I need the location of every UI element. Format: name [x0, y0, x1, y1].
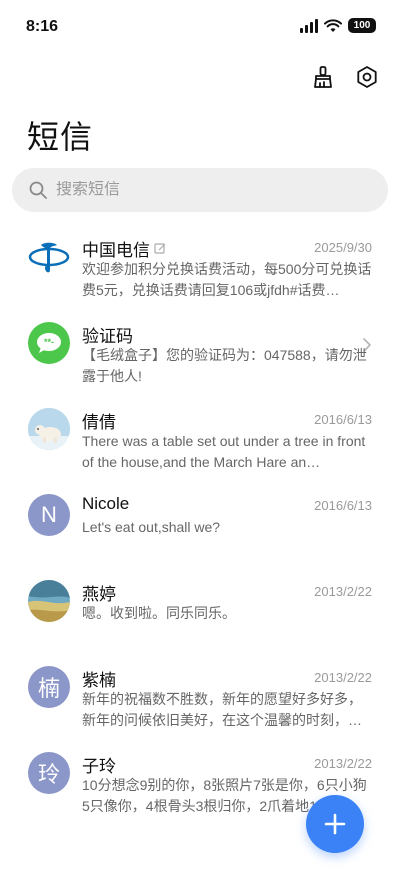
conversation-name: 倩倩 [82, 408, 116, 433]
conversation-name-text: 子玲 [82, 757, 116, 776]
top-actions [310, 64, 380, 90]
conversation-item[interactable]: **- 验证码 【毛绒盒子】您的验证码为：047588，请勿泄露于他人! [0, 312, 400, 398]
status-time: 8:16 [26, 18, 59, 35]
conversation-name-text: 验证码 [82, 327, 133, 346]
conversation-item[interactable]: 燕婷 2013/2/22 嗯。收到啦。同乐同乐。 [0, 570, 400, 656]
conversation-list: 中国电信 2025/9/30 欢迎参加积分兑换话费活动，每500分可兑换话费5元… [0, 226, 400, 828]
settings-hex-icon[interactable] [354, 64, 380, 90]
conversation-name-text: 中国电信 [82, 241, 150, 260]
conversation-name-text: Nicole [82, 494, 130, 513]
conversation-name-text: 燕婷 [82, 585, 116, 604]
conversation-item[interactable]: N Nicole 2016/6/13 Let's eat out,shall w… [0, 484, 400, 570]
wifi-icon [324, 18, 342, 32]
avatar-letter: 玲 [37, 762, 60, 787]
search-input[interactable] [56, 181, 356, 199]
conversation-date: 2013/2/22 [314, 756, 372, 771]
conversation-name-text: 紫楠 [82, 671, 116, 690]
avatar-letter: 楠 [37, 676, 60, 701]
conversation-preview: There was a table set out under a tree i… [82, 433, 366, 470]
battery-icon: 100 [348, 18, 376, 33]
conversation-date: 2025/9/30 [314, 240, 372, 255]
status-bar: 8:16 100 [0, 0, 400, 56]
broom-icon[interactable] [310, 64, 336, 90]
page-title: 短信 [27, 119, 94, 155]
conversation-item[interactable]: 中国电信 2025/9/30 欢迎参加积分兑换话费活动，每500分可兑换话费5元… [0, 226, 400, 312]
avatar: 楠 [28, 666, 70, 708]
conversation-preview: Let's eat out,shall we? [82, 519, 221, 535]
conversation-name: Nicole [82, 494, 129, 514]
polar-bear-photo [28, 408, 70, 450]
conversation-preview: 嗯。收到啦。同乐同乐。 [82, 605, 236, 621]
conversation-preview: 新年的祝福数不胜数，新年的愿望好多好多，新年的问候依旧美好，在这个温馨的时刻，… [82, 691, 362, 728]
signal-icon [300, 18, 318, 33]
message-bubble-icon: **- [28, 322, 70, 364]
status-icons: 100 [300, 18, 376, 33]
avatar: N [28, 494, 70, 536]
conversation-item[interactable]: 倩倩 2016/6/13 There was a table set out u… [0, 398, 400, 484]
conversation-date: 2013/2/22 [314, 670, 372, 685]
plus-icon [324, 813, 346, 835]
conversation-date: 2016/6/13 [314, 498, 372, 513]
conversation-date: 2016/6/13 [314, 412, 372, 427]
search-icon [29, 181, 47, 199]
conversation-name-text: 倩倩 [82, 413, 116, 432]
conversation-item[interactable]: 楠 紫楠 2013/2/22 新年的祝福数不胜数，新年的愿望好多好多，新年的问候… [0, 656, 400, 742]
search-bar[interactable] [12, 168, 388, 212]
conversation-name: 中国电信 [82, 236, 167, 261]
avatar: 玲 [28, 752, 70, 794]
conversation-preview: 欢迎参加积分兑换话费活动，每500分可兑换话费5元，兑换话费请回复106或jfd… [82, 261, 372, 298]
conversation-name: 紫楠 [82, 666, 116, 691]
compose-button[interactable] [306, 795, 364, 853]
landscape-photo [28, 580, 70, 622]
conversation-name: 子玲 [82, 752, 116, 777]
conversation-name: 验证码 [82, 322, 133, 347]
conversation-date: 2013/2/22 [314, 584, 372, 599]
edit-icon [154, 243, 166, 254]
conversation-name: 燕婷 [82, 580, 116, 605]
svg-text:**-: **- [44, 337, 54, 347]
conversation-preview: 【毛绒盒子】您的验证码为：047588，请勿泄露于他人! [82, 347, 367, 384]
china-telecom-logo [28, 236, 70, 278]
avatar-letter: N [41, 502, 57, 527]
